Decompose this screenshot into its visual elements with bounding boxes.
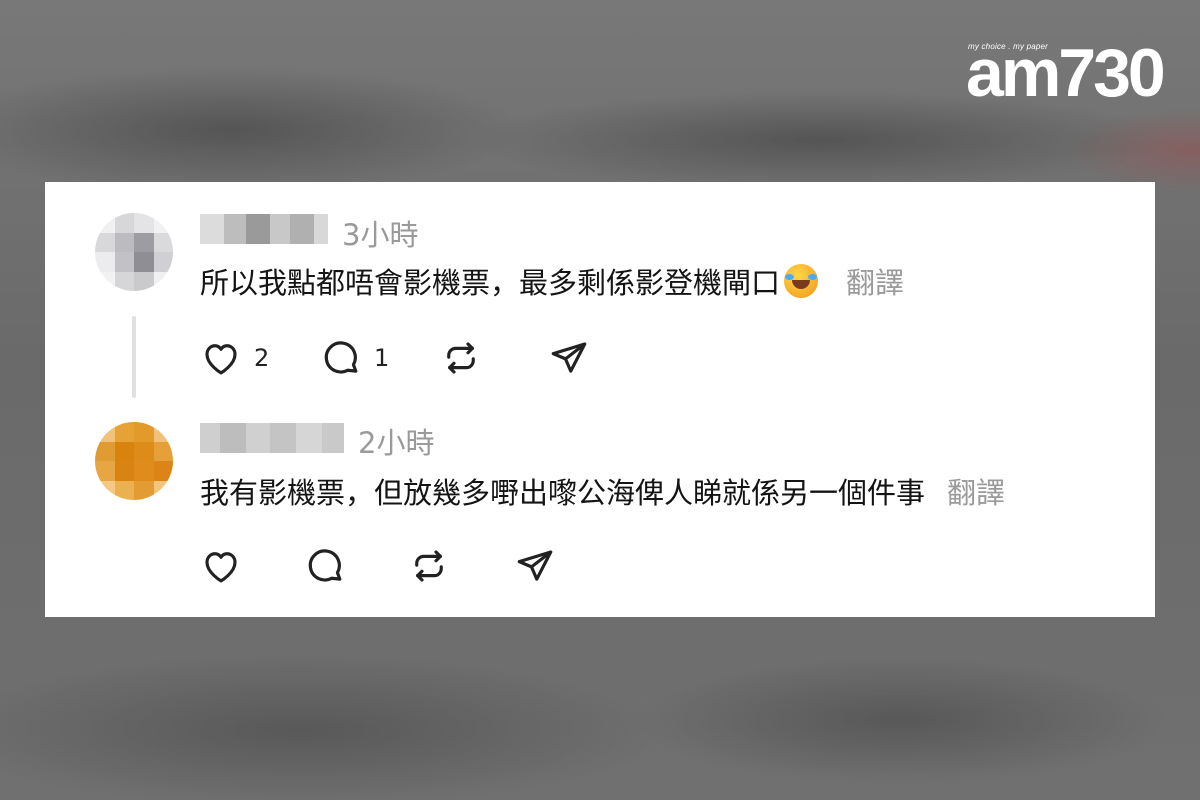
comment-bubble-icon (308, 549, 342, 582)
heart-icon (205, 552, 237, 583)
like-count: 2 (254, 344, 270, 372)
comment-body: 所以我點都唔會影機票，最多剩係影登機閘口 (200, 266, 781, 300)
comment-actions (200, 544, 700, 588)
avatar-pixel (153, 271, 173, 291)
comment-thread-card: 3小時 所以我點都唔會影機票，最多剩係影登機閘口 翻譯 2 1 2小時 我有影機… (45, 182, 1155, 617)
avatar[interactable] (95, 213, 173, 291)
repost-button[interactable] (440, 336, 482, 380)
send-icon (551, 342, 587, 373)
comment-timestamp: 2小時 (358, 426, 435, 460)
comment-text-row: 所以我點都唔會影機票，最多剩係影登機閘口 翻譯 (200, 260, 904, 302)
avatar-pixel (114, 461, 134, 481)
avatar-pixel (134, 422, 154, 442)
heart-icon (205, 344, 237, 375)
comment-timestamp: 3小時 (342, 218, 419, 252)
avatar-pixel (134, 461, 154, 481)
send-icon (517, 550, 553, 581)
avatar-pixel (134, 252, 154, 272)
reply-button[interactable] (304, 544, 358, 588)
reply-count: 1 (374, 344, 390, 372)
am730-logo: my choice . my paper am730 (966, 39, 1166, 108)
avatar-pixel (114, 422, 134, 442)
username-blurred[interactable] (200, 214, 328, 244)
avatar-pixel (114, 441, 134, 461)
avatar-pixel (153, 422, 173, 442)
like-button[interactable]: 2 (200, 336, 269, 380)
thread-connector-line (132, 316, 136, 398)
avatar-pixel (153, 232, 173, 252)
avatar-pixel (134, 213, 154, 233)
share-button[interactable] (548, 336, 590, 380)
avatar-pixel (95, 271, 115, 291)
repost-icon (415, 550, 443, 582)
avatar-pixel (95, 461, 115, 481)
avatar-pixel (95, 422, 115, 442)
avatar-pixel (153, 441, 173, 461)
avatar-pixel (114, 271, 134, 291)
share-button[interactable] (514, 544, 556, 588)
avatar-pixel (134, 480, 154, 500)
comment-bubble-icon (324, 341, 358, 374)
avatar-pixel (153, 252, 173, 272)
avatar[interactable] (95, 422, 173, 500)
avatar-pixel (95, 480, 115, 500)
avatar-pixel (134, 271, 154, 291)
avatar-pixel (134, 232, 154, 252)
avatar-pixel (114, 480, 134, 500)
avatar-pixel (153, 461, 173, 481)
comment-body: 我有影機票，但放幾多嘢出嚟公海俾人睇就係另一個件事 (200, 476, 926, 510)
avatar-pixel (114, 232, 134, 252)
translate-link[interactable]: 翻譯 (947, 470, 1005, 512)
avatar-pixel (95, 441, 115, 461)
repost-button[interactable] (408, 544, 450, 588)
comment-actions: 2 1 (200, 336, 700, 380)
avatar-pixel (114, 252, 134, 272)
logo-text: am730 (966, 35, 1166, 111)
avatar-pixel (114, 213, 134, 233)
avatar-pixel (153, 480, 173, 500)
rolling-on-floor-laughing-emoji-icon (784, 264, 819, 298)
repost-icon (447, 342, 475, 374)
avatar-pixel (153, 213, 173, 233)
avatar-pixel (95, 232, 115, 252)
avatar-pixel (95, 252, 115, 272)
reply-button[interactable]: 1 (320, 336, 389, 380)
translate-link[interactable]: 翻譯 (846, 260, 904, 302)
username-blurred[interactable] (200, 423, 344, 453)
comment-text-row: 我有影機票，但放幾多嘢出嚟公海俾人睇就係另一個件事 翻譯 (200, 470, 1005, 512)
like-button[interactable] (200, 544, 254, 588)
avatar-pixel (134, 441, 154, 461)
avatar-pixel (95, 213, 115, 233)
logo-wordmark: am730 (966, 39, 1166, 107)
